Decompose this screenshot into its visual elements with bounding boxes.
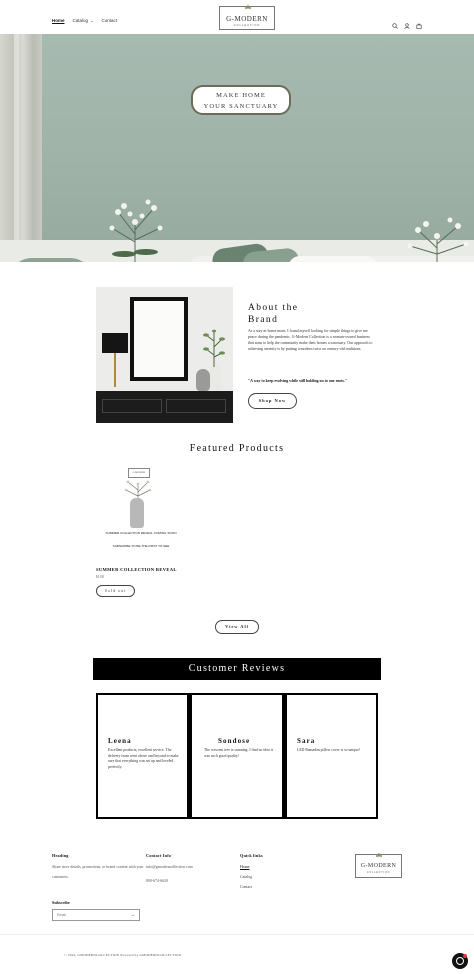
about-title: About the Brand: [248, 302, 298, 326]
about-image-lamp-stem: [114, 353, 116, 387]
about-image-vase: [210, 363, 222, 391]
footer-contact-title: Contact Info: [146, 853, 172, 858]
footer-link-home[interactable]: Home: [240, 865, 250, 869]
view-all-button[interactable]: View All: [215, 620, 259, 634]
chat-ring: [456, 957, 464, 965]
about-image-table: [96, 391, 233, 423]
sold-out-badge: Sold out: [96, 585, 135, 597]
footer-logo[interactable]: G-MODERN COLLECTION: [355, 853, 402, 878]
footer-contact-email[interactable]: info@gmoderncollection.com: [146, 863, 193, 873]
footer-logo-sub: COLLECTION: [366, 871, 391, 874]
footer-heading-text: Share store details, promotions, or bran…: [52, 865, 144, 879]
review-text: Excellent products, excellent service. T…: [108, 748, 179, 769]
product-image-logo: G-MODERN: [128, 468, 150, 478]
footer-logo-name: G-MODERN: [360, 863, 397, 869]
hero-orchid-right: [407, 217, 469, 262]
site-logo[interactable]: G-MODERN COLLECTION: [219, 5, 275, 30]
product-price: $1.00: [96, 575, 105, 579]
cart-icon[interactable]: [416, 16, 422, 29]
review-text: The crescent tree is stunning. I find no…: [204, 748, 273, 758]
footer-link-contact[interactable]: Contact: [240, 885, 252, 889]
about-image: [96, 287, 233, 423]
footer-link-catalog[interactable]: Catalog: [240, 875, 252, 879]
reviews-title: Customer Reviews: [93, 658, 381, 680]
about-image-lamp: [102, 333, 128, 353]
arrow-right-icon[interactable]: →: [131, 912, 136, 917]
hero-tagline-card: MAKE HOME YOUR SANCTUARY: [191, 85, 291, 115]
review-card: Leena Excellent products, excellent serv…: [98, 695, 187, 817]
featured-title: Featured Products: [189, 443, 285, 454]
notification-dot: [463, 954, 467, 958]
footer-heading-title: Heading: [52, 853, 69, 858]
product-name[interactable]: SUMMER COLLECTION REVEAL: [96, 567, 177, 572]
product-image-vase: [130, 498, 144, 528]
copyright: © 2022, GMODERNCOLLECTION Powered by GMO…: [64, 953, 182, 957]
search-icon[interactable]: [392, 16, 398, 29]
review-text: LED Ramadan pillow cover is so unique!: [297, 748, 361, 752]
chat-icon[interactable]: [452, 953, 468, 969]
nav-catalog[interactable]: Catalog ⌄: [73, 18, 94, 23]
hero-curtain: [0, 34, 42, 262]
logo-name: G-MODERN: [226, 15, 268, 23]
about-title-line-2: Brand: [248, 315, 279, 325]
review-author: Leena: [108, 737, 132, 745]
email-placeholder: Email: [57, 913, 66, 917]
about-body: As a stay-at-home mom, I found myself lo…: [248, 329, 373, 352]
about-image-pot: [196, 369, 210, 391]
about-image-plant: [203, 329, 225, 367]
review-author: Sondose: [218, 737, 251, 745]
hero-banner: MAKE HOME YOUR SANCTUARY: [0, 34, 474, 262]
footer-divider: [0, 934, 474, 935]
footer-contact-phone[interactable]: 800-674-6620: [146, 877, 168, 887]
shop-now-button[interactable]: Shop Now: [248, 393, 297, 409]
nav-catalog-label: Catalog: [72, 18, 89, 23]
review-card: Sara LED Ramadan pillow cover is so uniq…: [287, 695, 376, 817]
table-drawer-left: [102, 399, 162, 413]
hero-pillow-white: [288, 256, 378, 262]
account-icon[interactable]: [404, 16, 410, 29]
email-field[interactable]: Email →: [52, 909, 140, 921]
header-icons: [392, 16, 422, 29]
about-image-frame: [130, 297, 188, 381]
chevron-down-icon: ⌄: [89, 18, 94, 23]
nav-home[interactable]: Home: [52, 18, 65, 23]
review-card: Sondose The crescent tree is stunning. I…: [192, 695, 282, 817]
product-image-subcaption: SUBSCRIBE TO BE THE FIRST TO SEE: [112, 544, 170, 548]
product-image-caption: SUMMER COLLECTION REVEAL COMING SOON: [105, 531, 177, 535]
reviews-grid: Leena Excellent products, excellent serv…: [96, 693, 378, 819]
hero-line-2: YOUR SANCTUARY: [203, 103, 279, 110]
about-quote: "A way to keep evolving while still hold…: [248, 379, 348, 383]
product-card-image[interactable]: G-MODERN SUMMER COLLECTION REVEAL COMING…: [96, 464, 186, 564]
about-title-line-1: About the: [248, 303, 299, 313]
nav-contact[interactable]: Contact: [102, 18, 118, 23]
site-header: Home Catalog ⌄ Contact G-MODERN COLLECTI…: [0, 0, 474, 34]
logo-flower-icon: [244, 5, 252, 10]
logo-flower-icon: [375, 853, 383, 858]
hero-line-1: MAKE HOME: [216, 92, 266, 99]
review-author: Sara: [297, 737, 316, 745]
subscribe-title: Subscribe: [52, 900, 70, 905]
hero-orchid-left: [109, 199, 163, 262]
logo-sub: COLLECTION: [233, 24, 261, 27]
footer-quick-links-title: Quick links: [240, 853, 263, 858]
hero-curtain-fold: [14, 34, 19, 262]
main-nav: Home Catalog ⌄ Contact: [52, 18, 117, 23]
table-drawer-right: [166, 399, 226, 413]
